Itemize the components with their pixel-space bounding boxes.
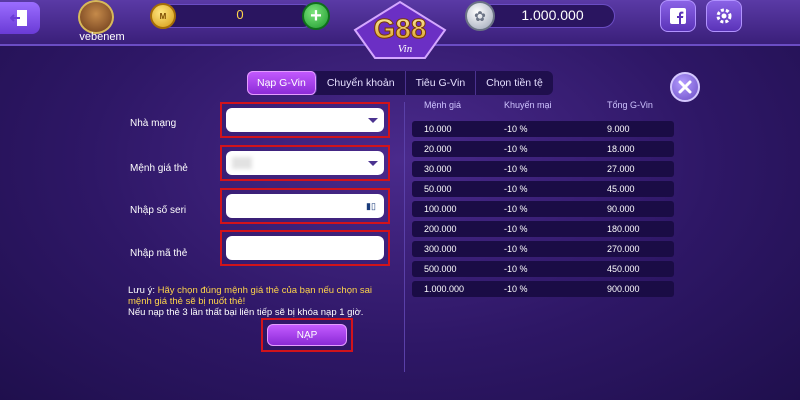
cell-tong-g-vin: 450.000: [607, 264, 640, 274]
table-row: 300.000 -10 % 270.000: [412, 241, 674, 257]
username: vebenem: [79, 31, 125, 43]
cell-menh-gia: 50.000: [424, 184, 452, 194]
cell-khuyen-mai: -10 %: [504, 124, 528, 134]
cell-tong-g-vin: 180.000: [607, 224, 640, 234]
table-row: 200.000 -10 % 180.000: [412, 221, 674, 237]
facebook-icon: [670, 8, 686, 24]
tab-tieu-g-vin[interactable]: Tiêu G-Vin: [406, 71, 477, 95]
table-row: 1.000.000 -10 % 900.000: [412, 281, 674, 297]
table-row: 500.000 -10 % 450.000: [412, 261, 674, 277]
tab-chuyen-khoan[interactable]: Chuyển khoản: [317, 71, 406, 95]
cell-menh-gia: 30.000: [424, 164, 452, 174]
logo-text: G88: [374, 13, 427, 44]
silver-value: 1.000.000: [521, 7, 584, 23]
avatar[interactable]: [78, 0, 114, 34]
cell-khuyen-mai: -10 %: [504, 284, 528, 294]
cell-menh-gia: 1.000.000: [424, 284, 465, 294]
cell-khuyen-mai: -10 %: [504, 264, 528, 274]
table-row: 50.000 -10 % 45.000: [412, 181, 674, 197]
coin-value: 0: [236, 7, 244, 22]
code-input[interactable]: [226, 236, 384, 260]
divider: [404, 102, 405, 372]
table-header: Mệnh giá Khuyến mại Tổng G-Vin: [412, 100, 674, 114]
facebook-button[interactable]: [660, 0, 696, 32]
captcha-icon: ▮▯: [366, 201, 376, 211]
denomination-value-blurred: [232, 157, 252, 169]
table-row: 10.000 -10 % 9.000: [412, 121, 674, 137]
cell-menh-gia: 10.000: [424, 124, 452, 134]
note-warning: Hãy chọn đúng mệnh giá thẻ của bạn nếu c…: [128, 285, 373, 307]
close-icon: [678, 80, 692, 94]
code-input-highlight: [220, 230, 390, 266]
serial-input-highlight: ▮▯: [220, 188, 390, 224]
cell-tong-g-vin: 45.000: [607, 184, 635, 194]
logo-subtext: Vin: [398, 43, 413, 55]
header-tong-g-vin: Tổng G-Vin: [607, 100, 653, 110]
tab-nap-g-vin[interactable]: Nạp G-Vin: [247, 71, 317, 95]
serial-input[interactable]: ▮▯: [226, 194, 384, 218]
denomination-select[interactable]: [226, 151, 384, 175]
carrier-select[interactable]: [226, 108, 384, 132]
cell-menh-gia: 300.000: [424, 244, 457, 254]
note: Lưu ý: Hãy chọn đúng mệnh giá thẻ của bạ…: [128, 285, 398, 318]
note-prefix: Lưu ý:: [128, 285, 158, 296]
cell-menh-gia: 500.000: [424, 264, 457, 274]
chevron-down-icon: [368, 161, 378, 166]
cell-tong-g-vin: 900.000: [607, 284, 640, 294]
header-khuyen-mai: Khuyến mại: [504, 100, 552, 110]
cell-khuyen-mai: -10 %: [504, 224, 528, 234]
settings-button[interactable]: [706, 0, 742, 32]
note-info: Nếu nạp thẻ 3 lần thất bại liên tiếp sẽ …: [128, 307, 364, 318]
cell-tong-g-vin: 9.000: [607, 124, 630, 134]
cell-menh-gia: 20.000: [424, 144, 452, 154]
code-label: Nhập mã thẻ: [130, 248, 188, 259]
cell-tong-g-vin: 18.000: [607, 144, 635, 154]
denomination-select-highlight: [220, 145, 390, 181]
cell-khuyen-mai: -10 %: [504, 244, 528, 254]
plus-icon: +: [310, 4, 322, 27]
exit-button[interactable]: [0, 2, 40, 34]
close-button[interactable]: [670, 72, 700, 102]
cell-khuyen-mai: -10 %: [504, 144, 528, 154]
cell-tong-g-vin: 270.000: [607, 244, 640, 254]
cell-tong-g-vin: 27.000: [607, 164, 635, 174]
cell-menh-gia: 100.000: [424, 204, 457, 214]
exit-icon: [10, 10, 27, 26]
table-row: 30.000 -10 % 27.000: [412, 161, 674, 177]
table-row: 20.000 -10 % 18.000: [412, 141, 674, 157]
cell-khuyen-mai: -10 %: [504, 184, 528, 194]
cell-khuyen-mai: -10 %: [504, 204, 528, 214]
table-row: 100.000 -10 % 90.000: [412, 201, 674, 217]
cell-tong-g-vin: 90.000: [607, 204, 635, 214]
submit-highlight: NẠP: [261, 318, 353, 352]
tab-chon-tien-te[interactable]: Chọn tiền tệ: [476, 71, 553, 95]
gold-coin-icon: M: [150, 3, 176, 29]
tab-bar: Nạp G-Vin Chuyển khoản Tiêu G-Vin Chọn t…: [247, 71, 553, 95]
add-coin-button[interactable]: +: [302, 2, 330, 30]
gear-icon: [716, 8, 732, 24]
g88-logo: G88 Vin: [353, 0, 447, 59]
silver-coin-icon: ✿: [465, 1, 495, 31]
cell-menh-gia: 200.000: [424, 224, 457, 234]
header-menh-gia: Mệnh giá: [424, 100, 462, 110]
carrier-label: Nhà mạng: [130, 118, 177, 129]
chevron-down-icon: [368, 118, 378, 123]
cell-khuyen-mai: -10 %: [504, 164, 528, 174]
serial-label: Nhập số seri: [130, 205, 187, 216]
carrier-select-highlight: [220, 102, 390, 138]
denomination-label: Mệnh giá thẻ: [130, 163, 188, 174]
nap-button[interactable]: NẠP: [267, 324, 347, 346]
